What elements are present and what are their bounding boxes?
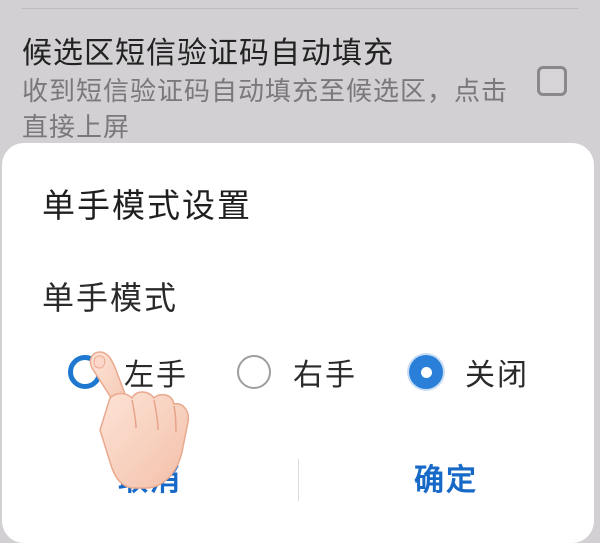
radio-button-off[interactable] [409, 355, 443, 389]
radio-label-left-hand: 左手 [124, 358, 188, 393]
confirm-button[interactable]: 确定 [298, 451, 594, 511]
radio-option-right-hand[interactable]: 右手 [237, 350, 357, 394]
background-settings: 候选区短信验证码自动填充 收到短信验证码自动填充至候选区，点击直接上屏 [0, 0, 600, 160]
radio-option-left-hand[interactable]: 左手 [68, 350, 188, 394]
radio-button-left-hand[interactable] [68, 355, 102, 389]
radio-label-off: 关闭 [465, 358, 529, 393]
cancel-button[interactable]: 取消 [2, 451, 298, 511]
section-label: 单手模式 [42, 279, 179, 317]
divider [22, 8, 578, 9]
radio-label-right-hand: 右手 [293, 358, 357, 393]
setting-description: 收到短信验证码自动填充至候选区，点击直接上屏 [22, 77, 509, 143]
dialog-title: 单手模式设置 [42, 186, 252, 225]
one-hand-mode-radio-group: 左手 右手 关闭 [2, 350, 594, 394]
setting-title: 候选区短信验证码自动填充 [22, 36, 394, 71]
dialog-actions: 取消 确定 [2, 451, 594, 511]
radio-option-off[interactable]: 关闭 [409, 350, 529, 394]
radio-button-right-hand[interactable] [237, 355, 271, 389]
one-hand-mode-dialog: 单手模式设置 单手模式 左手 右手 关闭 取消 确定 [2, 143, 594, 543]
setting-checkbox[interactable] [537, 66, 567, 96]
